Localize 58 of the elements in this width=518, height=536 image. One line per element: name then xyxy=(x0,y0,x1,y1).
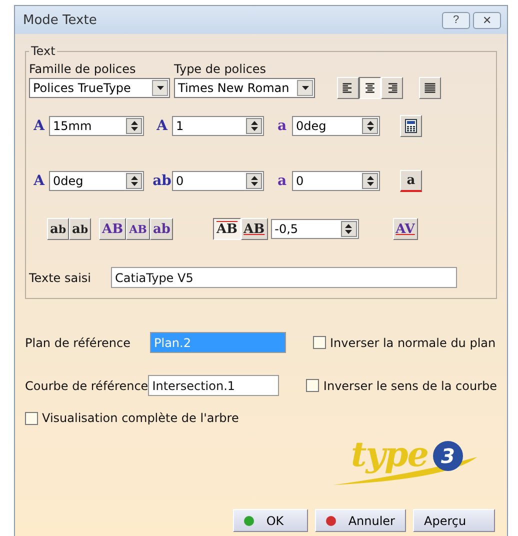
spin-field[interactable]: 0 xyxy=(292,171,380,191)
spin-field[interactable]: 0 xyxy=(172,171,264,191)
status-dot-icon xyxy=(244,516,254,526)
glyph-icon: a xyxy=(272,118,292,134)
checkbox[interactable] xyxy=(25,412,38,424)
underline-button[interactable]: a xyxy=(400,170,422,192)
help-button[interactable]: ? xyxy=(442,12,470,28)
field-label: Plan de référence xyxy=(25,336,132,350)
field-label: Famille de polices xyxy=(29,62,137,76)
glyph-icon: A xyxy=(152,118,172,134)
spin-arrows-icon[interactable] xyxy=(126,173,142,189)
kerning-button[interactable]: AV xyxy=(392,218,418,240)
checkbox-label: Inverser le sens de la courbe xyxy=(323,378,497,392)
align-icon xyxy=(363,82,377,94)
close-button[interactable]: ✕ xyxy=(473,12,501,28)
reference-field[interactable]: Intersection.1 xyxy=(148,375,280,396)
checkbox[interactable] xyxy=(313,336,326,349)
case-button[interactable]: AB xyxy=(126,218,150,240)
spin-field[interactable]: 15mm xyxy=(49,116,144,136)
checkbox-label: Inverser la normale du plan xyxy=(330,336,496,350)
case-button[interactable]: AB xyxy=(99,218,126,240)
glyph-icon: A xyxy=(29,118,49,134)
field-label: Texte saisi xyxy=(29,270,92,284)
spin-arrows-icon[interactable] xyxy=(362,118,378,134)
font-family-dropdown[interactable]: Polices TrueType xyxy=(29,78,170,98)
text-input[interactable]: CatiaType V5 xyxy=(111,267,457,288)
caret-icon xyxy=(152,80,168,96)
spin-arrows-icon[interactable] xyxy=(126,118,142,134)
strike-button[interactable]: AB xyxy=(213,218,241,240)
spin-field[interactable]: -0,5 xyxy=(270,219,359,239)
window-title: Mode Texte xyxy=(23,12,97,28)
caret-icon xyxy=(297,80,313,96)
glyph-icon: A xyxy=(29,173,49,189)
ok-button[interactable]: OK xyxy=(233,509,308,532)
align-icon xyxy=(423,82,437,94)
checkbox[interactable] xyxy=(306,379,320,392)
spin-field[interactable]: 0deg xyxy=(292,116,380,136)
align-button[interactable] xyxy=(359,77,381,99)
calculator-button[interactable] xyxy=(400,115,422,137)
font-type-dropdown[interactable]: Times New Roman xyxy=(174,78,315,98)
case-button[interactable]: ab xyxy=(150,218,174,240)
cancel-button[interactable]: Annuler xyxy=(315,509,406,532)
spin-field[interactable]: 1 xyxy=(172,116,264,136)
group-legend: Text xyxy=(29,44,58,58)
spin-arrows-icon[interactable] xyxy=(340,221,357,237)
spin-arrows-icon[interactable] xyxy=(246,118,262,134)
spin-arrows-icon[interactable] xyxy=(246,173,262,189)
spin-field[interactable]: 0deg xyxy=(49,171,144,191)
field-label: Courbe de référence xyxy=(25,378,148,392)
field-label: Type de polices xyxy=(174,62,266,76)
preview-button[interactable]: Aperçu xyxy=(413,509,495,532)
strike-button[interactable]: AB xyxy=(240,218,268,240)
glyph-icon: ab xyxy=(152,173,172,189)
spin-arrows-icon[interactable] xyxy=(362,173,378,189)
checkbox-label: Visualisation complète de l'arbre xyxy=(42,411,239,425)
status-dot-icon xyxy=(326,516,336,526)
calculator-icon xyxy=(405,119,417,133)
glyph-icon: a xyxy=(272,173,292,189)
